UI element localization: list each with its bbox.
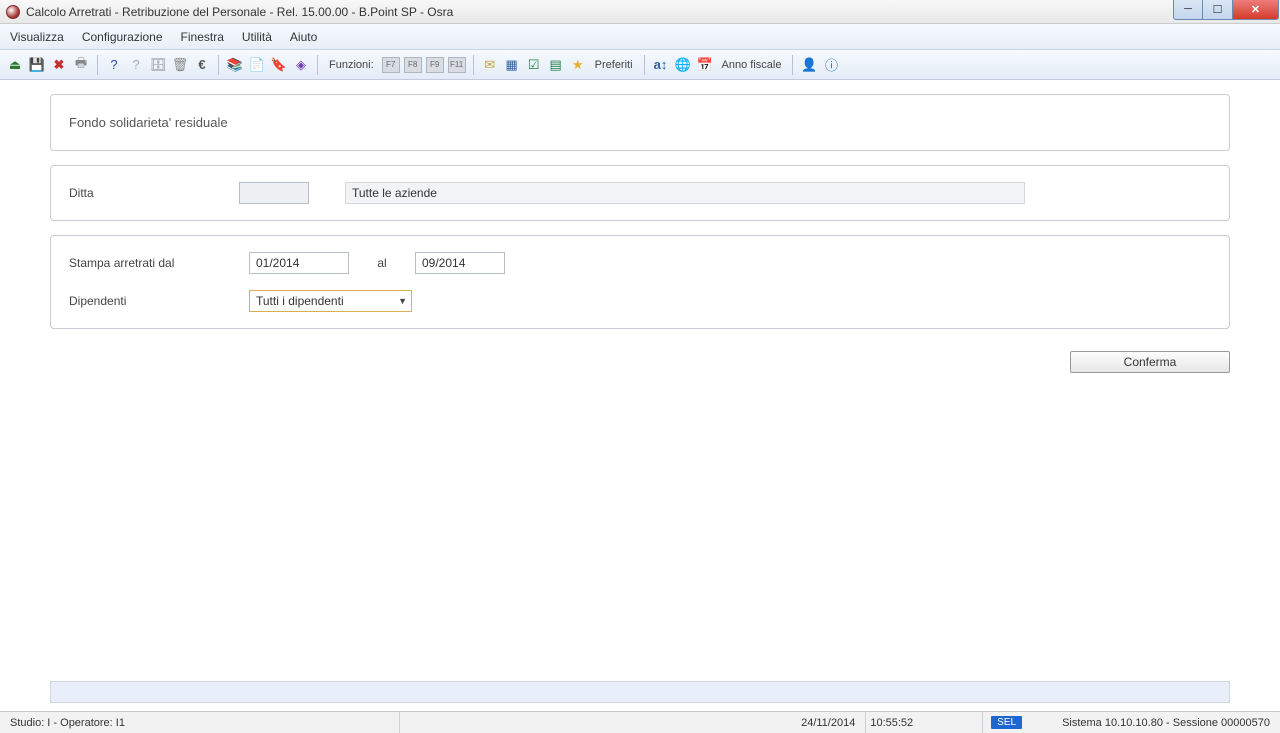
status-time: 10:55:52 bbox=[866, 712, 923, 733]
minimize-button[interactable]: ─ bbox=[1173, 0, 1203, 20]
separator bbox=[218, 55, 219, 75]
table-icon[interactable]: ▦ bbox=[503, 56, 521, 74]
content-area: Fondo solidarieta' residuale Ditta Stamp… bbox=[0, 80, 1280, 711]
footer-spacer bbox=[50, 681, 1230, 703]
help-icon[interactable]: ? bbox=[105, 56, 123, 74]
delete-icon[interactable]: ✖ bbox=[50, 56, 68, 74]
date-to-input[interactable] bbox=[415, 252, 505, 274]
user-icon[interactable]: 👤 bbox=[800, 56, 818, 74]
books-icon[interactable]: 📚 bbox=[226, 56, 244, 74]
db-icon[interactable]: 🗄 bbox=[149, 56, 167, 74]
window-title: Calcolo Arretrati - Retribuzione del Per… bbox=[26, 5, 1280, 19]
cube-icon[interactable]: ◈ bbox=[292, 56, 310, 74]
window-controls: ─ ☐ ✕ bbox=[1173, 0, 1279, 20]
maximize-button[interactable]: ☐ bbox=[1203, 0, 1233, 20]
status-date: 24/11/2014 bbox=[791, 712, 866, 733]
dipendenti-select[interactable]: Tutti i dipendenti ▼ bbox=[249, 290, 412, 312]
date-from-input[interactable] bbox=[249, 252, 349, 274]
f9-button[interactable]: F9 bbox=[426, 57, 444, 73]
sel-badge: SEL bbox=[991, 716, 1022, 729]
funzioni-label: Funzioni: bbox=[329, 59, 374, 71]
al-label: al bbox=[357, 256, 407, 270]
app-icon bbox=[6, 5, 20, 19]
separator bbox=[97, 55, 98, 75]
check-icon[interactable]: ☑ bbox=[525, 56, 543, 74]
ditta-row: Ditta bbox=[51, 166, 1229, 220]
info-icon[interactable]: ? bbox=[127, 56, 145, 74]
close-button[interactable]: ✕ bbox=[1233, 0, 1279, 20]
calendar-icon[interactable]: 📅 bbox=[696, 56, 714, 74]
header-panel: Fondo solidarieta' residuale bbox=[50, 94, 1230, 151]
confirm-row: Conferma bbox=[50, 343, 1230, 373]
about-icon[interactable]: ⓘ bbox=[822, 56, 840, 74]
menu-visualizza[interactable]: Visualizza bbox=[10, 30, 64, 44]
excel-icon[interactable]: ▤ bbox=[547, 56, 565, 74]
ditta-panel: Ditta bbox=[50, 165, 1230, 221]
conferma-button[interactable]: Conferma bbox=[1070, 351, 1230, 373]
menu-utilita[interactable]: Utilità bbox=[242, 30, 272, 44]
f7-button[interactable]: F7 bbox=[382, 57, 400, 73]
panel-title: Fondo solidarieta' residuale bbox=[51, 95, 1229, 150]
statusbar: Studio: I - Operatore: I1 24/11/2014 10:… bbox=[0, 711, 1280, 733]
titlebar: Calcolo Arretrati - Retribuzione del Per… bbox=[0, 0, 1280, 24]
preferiti-label[interactable]: Preferiti bbox=[595, 59, 633, 71]
ditta-label: Ditta bbox=[69, 186, 239, 200]
dipendenti-label: Dipendenti bbox=[69, 294, 249, 308]
chevron-down-icon: ▼ bbox=[398, 296, 407, 306]
star-icon[interactable]: ★ bbox=[569, 56, 587, 74]
ditta-desc bbox=[345, 182, 1025, 204]
dip-row: Dipendenti Tutti i dipendenti ▼ bbox=[51, 282, 1229, 328]
exit-icon[interactable]: ⏏ bbox=[6, 56, 24, 74]
font-icon[interactable]: a↕ bbox=[652, 56, 670, 74]
anno-label[interactable]: Anno fiscale bbox=[722, 59, 782, 71]
toolbar: ⏏ 💾 ✖ 🖶 ? ? 🗄 🗑 € 📚 📄 🔖 ◈ Funzioni: F7 F… bbox=[0, 50, 1280, 80]
tag-icon[interactable]: 🔖 bbox=[270, 56, 288, 74]
mail-icon[interactable]: ✉ bbox=[481, 56, 499, 74]
separator bbox=[792, 55, 793, 75]
f8-button[interactable]: F8 bbox=[404, 57, 422, 73]
status-left: Studio: I - Operatore: I1 bbox=[0, 712, 400, 733]
separator bbox=[644, 55, 645, 75]
date-row: Stampa arretrati dal al bbox=[51, 236, 1229, 282]
globe-icon[interactable]: 🌐 bbox=[674, 56, 692, 74]
doc-icon[interactable]: 📄 bbox=[248, 56, 266, 74]
stampa-label: Stampa arretrati dal bbox=[69, 256, 249, 270]
separator bbox=[473, 55, 474, 75]
print-icon[interactable]: 🖶 bbox=[72, 56, 90, 74]
trash-icon[interactable]: 🗑 bbox=[171, 56, 189, 74]
menu-aiuto[interactable]: Aiuto bbox=[290, 30, 317, 44]
menu-finestra[interactable]: Finestra bbox=[181, 30, 224, 44]
menu-configurazione[interactable]: Configurazione bbox=[82, 30, 163, 44]
save-icon[interactable]: 💾 bbox=[28, 56, 46, 74]
status-right: Sistema 10.10.10.80 - Sessione 00000570 bbox=[1052, 712, 1280, 733]
separator bbox=[317, 55, 318, 75]
ditta-input[interactable] bbox=[239, 182, 309, 204]
menubar: Visualizza Configurazione Finestra Utili… bbox=[0, 24, 1280, 50]
dipendenti-value: Tutti i dipendenti bbox=[256, 294, 344, 308]
f11-button[interactable]: F11 bbox=[448, 57, 466, 73]
euro-icon[interactable]: € bbox=[193, 56, 211, 74]
params-panel: Stampa arretrati dal al Dipendenti Tutti… bbox=[50, 235, 1230, 329]
